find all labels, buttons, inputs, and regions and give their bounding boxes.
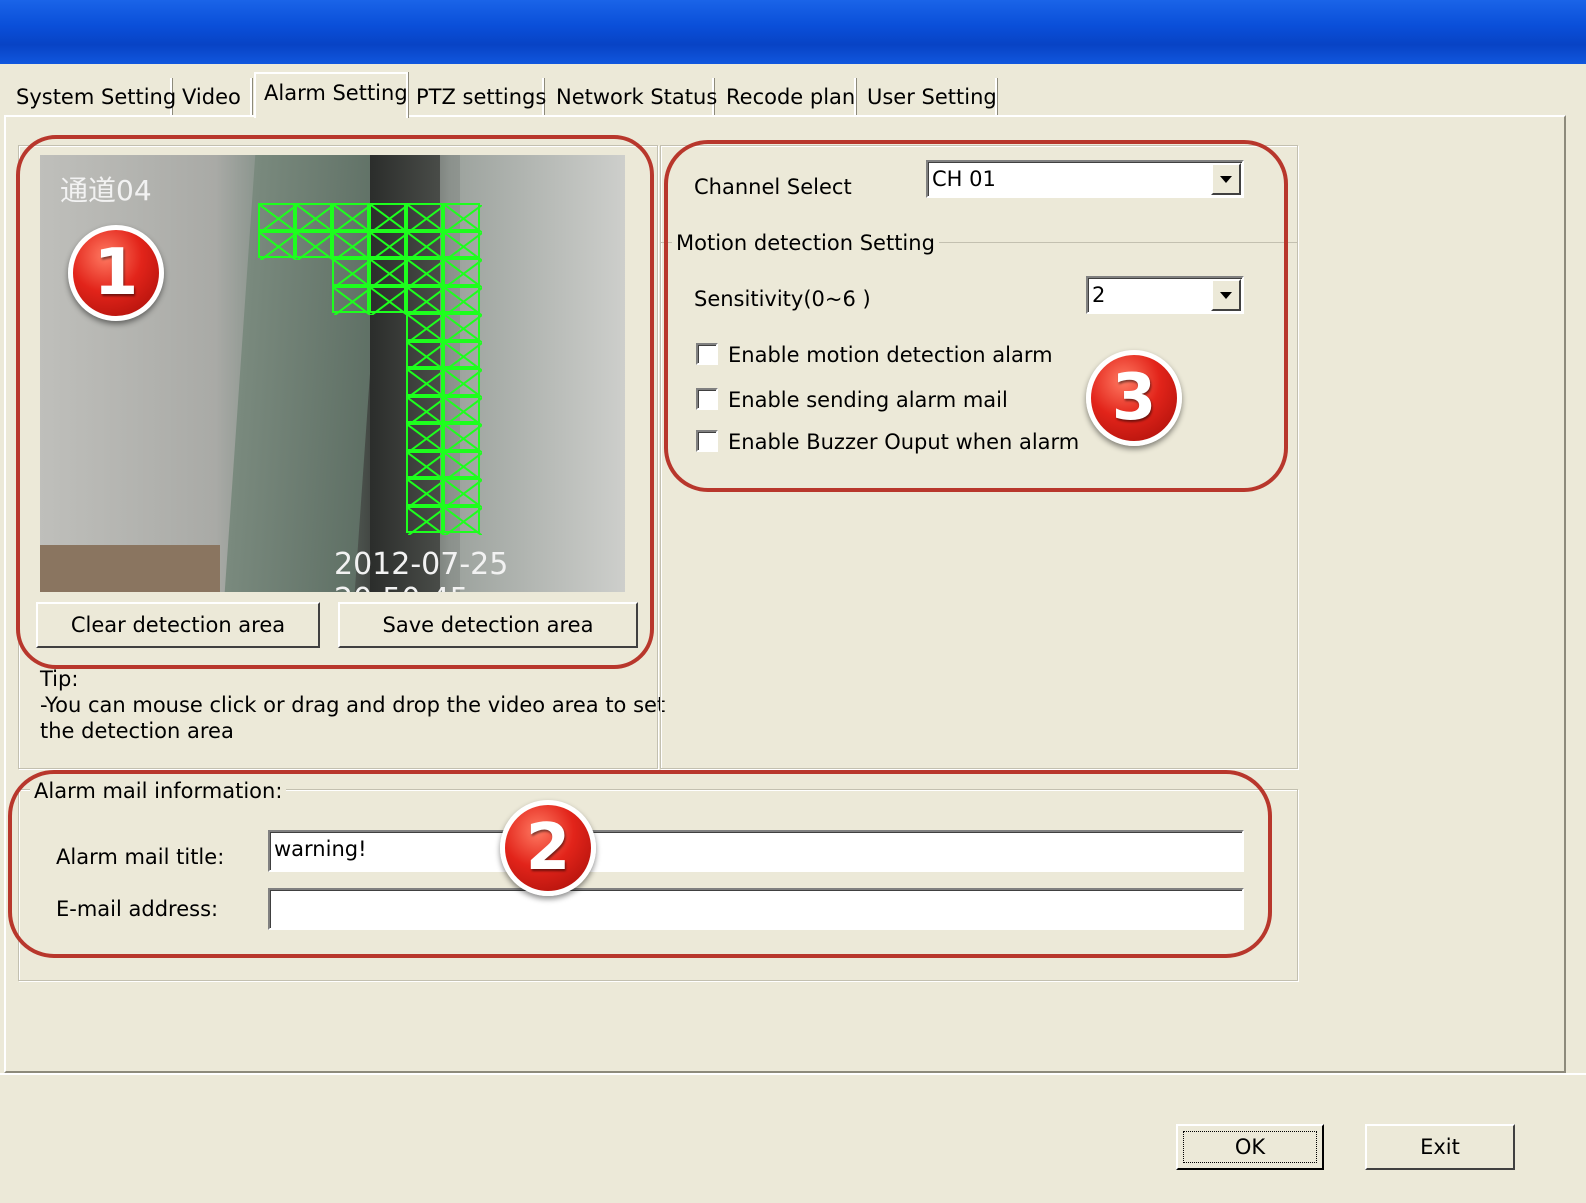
tab-recode-plan[interactable]: Recode plan (718, 78, 856, 116)
exit-button[interactable]: Exit (1365, 1124, 1515, 1170)
tab-ptz-settings[interactable]: PTZ settings (408, 78, 546, 116)
detection-grid-cell[interactable] (406, 450, 445, 480)
detection-grid-cell[interactable] (406, 478, 445, 508)
email-address-label: E-mail address: (56, 897, 219, 921)
enable-motion-alarm-checkbox[interactable] (696, 343, 718, 365)
tab-system-setting[interactable]: System Setting (8, 78, 176, 116)
tab-user-setting[interactable]: User Setting (859, 78, 997, 116)
detection-grid-cell[interactable] (443, 285, 482, 315)
detection-grid-cell[interactable] (443, 203, 482, 233)
detection-grid-cell[interactable] (406, 368, 445, 398)
detection-grid-cell[interactable] (369, 285, 408, 315)
detection-grid-cell[interactable] (406, 340, 445, 370)
chevron-down-icon[interactable] (1211, 163, 1241, 195)
footer-separator (0, 1073, 1586, 1075)
enable-alarm-mail-checkbox[interactable] (696, 388, 718, 410)
detection-grid-cell[interactable] (258, 203, 297, 233)
enable-motion-alarm-label: Enable motion detection alarm (728, 343, 1053, 367)
detection-grid[interactable] (40, 155, 625, 592)
tab-network-status[interactable]: Network Status (548, 78, 717, 116)
channel-select-label: Channel Select (694, 175, 852, 199)
tab-alarm-setting[interactable]: Alarm Setting (254, 72, 408, 118)
detection-grid-cell[interactable] (295, 230, 334, 260)
detection-grid-cell[interactable] (406, 285, 445, 315)
detection-grid-cell[interactable] (369, 230, 408, 260)
detection-grid-cell[interactable] (295, 203, 334, 233)
tab-strip: System Setting Video Alarm Setting PTZ s… (0, 64, 1586, 118)
email-address-input[interactable] (268, 888, 1244, 930)
detection-grid-cell[interactable] (443, 230, 482, 260)
save-detection-area-button[interactable]: Save detection area (338, 602, 638, 648)
enable-alarm-mail-label: Enable sending alarm mail (728, 388, 1008, 412)
channel-select[interactable]: CH 01 (926, 160, 1244, 198)
detection-grid-cell[interactable] (443, 505, 482, 535)
clear-detection-area-button[interactable]: Clear detection area (36, 602, 320, 648)
detection-grid-cell[interactable] (443, 450, 482, 480)
detection-grid-cell[interactable] (406, 423, 445, 453)
tab-video[interactable]: Video (174, 78, 252, 116)
detection-grid-cell[interactable] (443, 258, 482, 288)
channel-select-value: CH 01 (932, 167, 996, 191)
alarm-mail-title-input[interactable]: warning! (268, 830, 1244, 872)
detection-grid-cell[interactable] (406, 203, 445, 233)
tip-line-2: the detection area (40, 719, 234, 743)
alarm-mail-legend: Alarm mail information: (30, 779, 287, 803)
detection-grid-cell[interactable] (443, 313, 482, 343)
detection-grid-cell[interactable] (406, 505, 445, 535)
detection-grid-cell[interactable] (443, 423, 482, 453)
detection-grid-cell[interactable] (443, 478, 482, 508)
detection-grid-cell[interactable] (406, 230, 445, 260)
tip-title: Tip: (40, 667, 79, 691)
enable-buzzer-label: Enable Buzzer Ouput when alarm (728, 430, 1080, 454)
detection-grid-cell[interactable] (369, 203, 408, 233)
detection-grid-cell[interactable] (332, 285, 371, 315)
enable-buzzer-checkbox[interactable] (696, 430, 718, 452)
ok-button[interactable]: OK (1176, 1124, 1324, 1170)
sensitivity-value: 2 (1092, 283, 1106, 307)
chevron-down-icon[interactable] (1211, 279, 1241, 311)
motion-detection-legend: Motion detection Setting (672, 231, 939, 255)
detection-grid-cell[interactable] (258, 230, 297, 260)
detection-grid-cell[interactable] (332, 230, 371, 260)
detection-grid-cell[interactable] (332, 203, 371, 233)
detection-grid-cell[interactable] (406, 395, 445, 425)
detection-grid-cell[interactable] (369, 258, 408, 288)
detection-grid-cell[interactable] (443, 368, 482, 398)
detection-grid-cell[interactable] (443, 340, 482, 370)
detection-grid-cell[interactable] (332, 258, 371, 288)
annotation-badge-1: 1 (68, 225, 164, 321)
detection-grid-cell[interactable] (406, 258, 445, 288)
detection-grid-cell[interactable] (406, 313, 445, 343)
window-titlebar (0, 0, 1586, 64)
sensitivity-label: Sensitivity(0~6 ) (694, 287, 871, 311)
video-preview[interactable]: 通道04 2012-07-25 20:50:45 (40, 155, 625, 592)
alarm-mail-group (18, 789, 1298, 981)
tip-line-1: -You can mouse click or drag and drop th… (40, 693, 666, 717)
detection-grid-cell[interactable] (443, 395, 482, 425)
annotation-badge-3: 3 (1086, 350, 1182, 446)
annotation-badge-2: 2 (500, 800, 596, 896)
sensitivity-select[interactable]: 2 (1086, 276, 1244, 314)
alarm-mail-title-label: Alarm mail title: (56, 845, 225, 869)
